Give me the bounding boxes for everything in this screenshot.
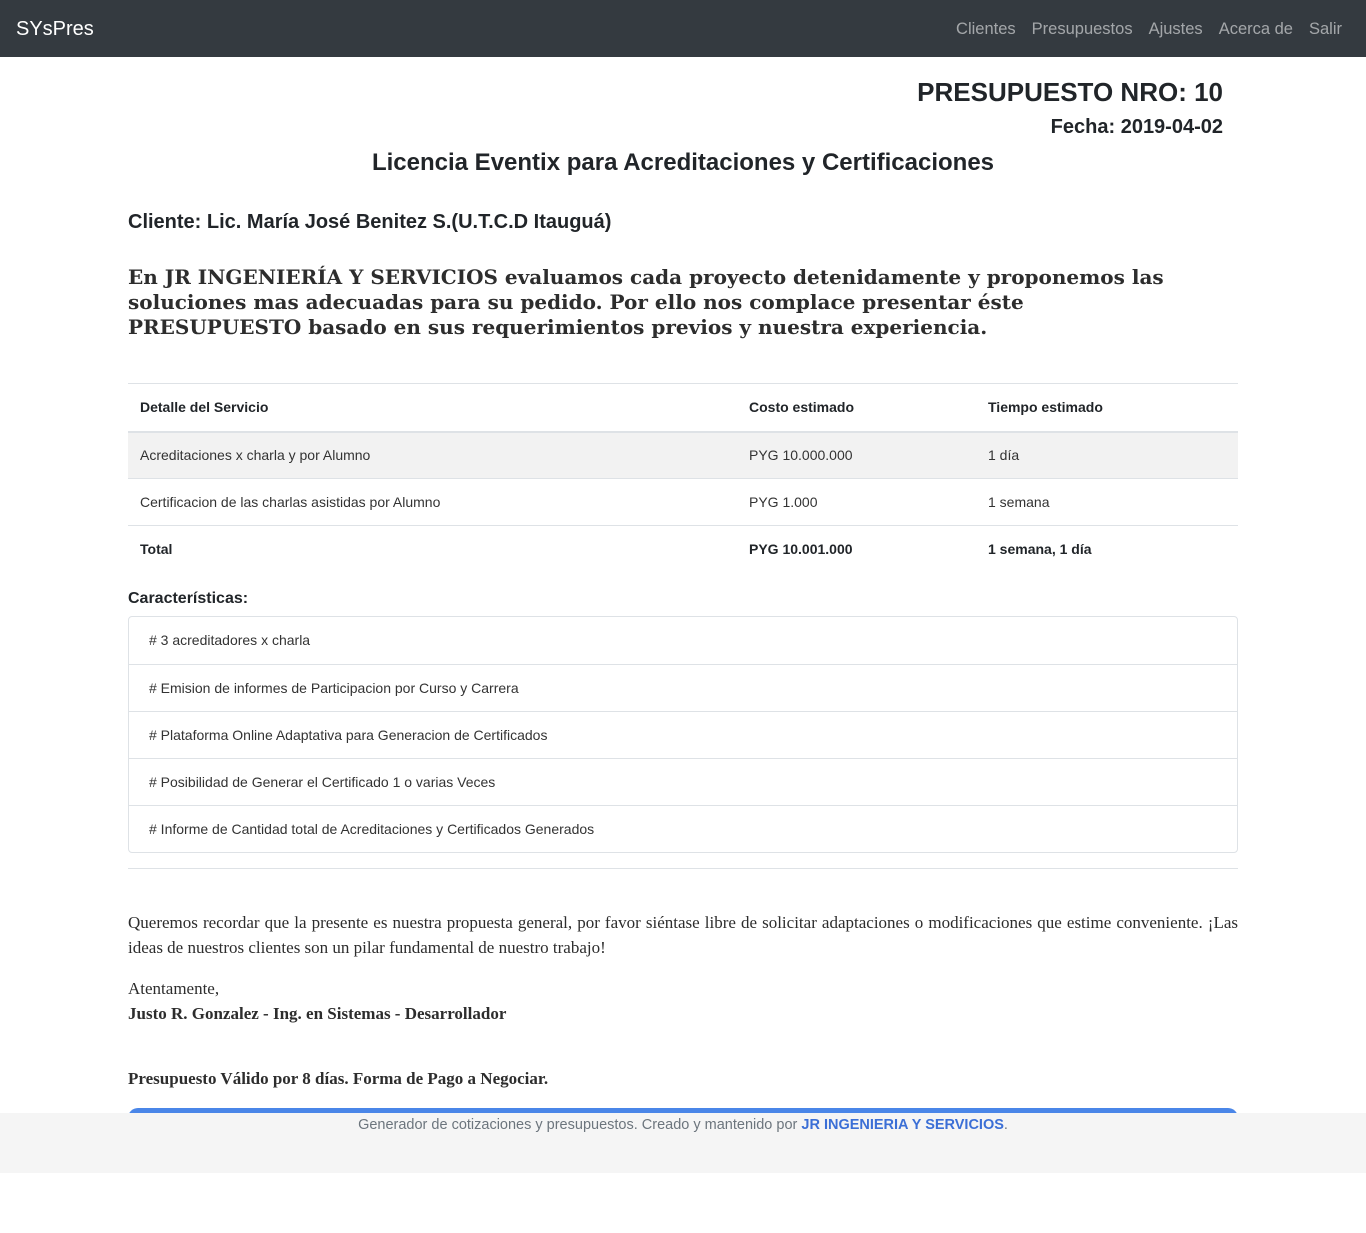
regards-text: Atentamente, — [128, 979, 220, 998]
footer-period: . — [1003, 1117, 1008, 1133]
cell-detalle: Certificacion de las charlas asistidas p… — [128, 478, 737, 526]
cell-tiempo: 1 día — [976, 431, 1238, 479]
budget-title: Licencia Eventix para Acreditaciones y C… — [371, 149, 995, 176]
cell-costo: PYG 10.000.000 — [737, 431, 976, 479]
nav-item-salir[interactable]: Salir — [1309, 17, 1342, 41]
reminder-text: Queremos recordar que la presente es nue… — [128, 913, 1238, 957]
total-time: 1 semana, 1 día — [976, 525, 1238, 573]
nav-menu: Clientes Presupuestos Ajustes Acerca de … — [956, 17, 1342, 41]
nav-item-acerca-de[interactable]: Acerca de — [1219, 17, 1293, 41]
header-tiempo: Tiempo estimado — [976, 383, 1238, 433]
list-item: # Posibilidad de Generar el Certificado … — [129, 758, 1237, 805]
budget-date: Fecha: 2019-04-02 — [1050, 116, 1223, 138]
table-row: Certificacion de las charlas asistidas p… — [128, 478, 1238, 526]
client-name: Cliente: Lic. María José Benitez S.(U.T.… — [128, 211, 612, 233]
top-navbar: SYsPres Clientes Presupuestos Ajustes Ac… — [0, 0, 1366, 57]
table-total-row: Total PYG 10.001.000 1 semana, 1 día — [128, 525, 1238, 573]
nav-item-presupuestos[interactable]: Presupuestos — [1032, 17, 1133, 41]
footer-text: Generador de cotizaciones y presupuestos… — [0, 1113, 1366, 1137]
header-costo: Costo estimado — [737, 383, 976, 433]
table-row: Acreditaciones x charla y por Alumno PYG… — [128, 431, 1238, 479]
cell-costo: PYG 1.000 — [737, 478, 976, 526]
budget-number: PRESUPUESTO NRO: 10 — [917, 77, 1223, 107]
page-footer: Generador de cotizaciones y presupuestos… — [0, 1113, 1366, 1173]
validity-text: Presupuesto Válido por 8 días. Forma de … — [128, 1069, 549, 1088]
features-list: # 3 acreditadores x charla # Emision de … — [128, 616, 1238, 853]
signature-text: Justo R. Gonzalez - Ing. en Sistemas - D… — [128, 1004, 507, 1023]
divider — [128, 868, 1238, 869]
services-table: Detalle del Servicio Costo estimado Tiem… — [128, 383, 1238, 573]
nav-item-ajustes[interactable]: Ajustes — [1149, 17, 1203, 41]
cell-detalle: Acreditaciones x charla y por Alumno — [128, 431, 737, 479]
list-item: # Emision de informes de Participacion p… — [129, 664, 1237, 711]
list-item: # Informe de Cantidad total de Acreditac… — [129, 805, 1237, 852]
list-item: # Plataforma Online Adaptativa para Gene… — [129, 711, 1237, 758]
table-header-row: Detalle del Servicio Costo estimado Tiem… — [128, 383, 1238, 433]
nav-item-clientes[interactable]: Clientes — [956, 17, 1016, 41]
total-label: Total — [128, 525, 737, 573]
cell-tiempo: 1 semana — [976, 478, 1238, 526]
footer-company-link[interactable]: JR INGENIERIA Y SERVICIOS — [801, 1117, 1004, 1133]
brand-logo[interactable]: SYsPres — [16, 16, 94, 42]
list-item: # 3 acreditadores x charla — [149, 632, 311, 648]
features-heading: Características: — [128, 590, 249, 607]
header-detalle: Detalle del Servicio — [128, 383, 737, 433]
intro-text: En JR INGENIERÍA Y SERVICIOS evaluamos c… — [128, 265, 1164, 339]
footer-caption: Generador de cotizaciones y presupuestos… — [358, 1117, 802, 1133]
total-cost: PYG 10.001.000 — [737, 525, 976, 573]
